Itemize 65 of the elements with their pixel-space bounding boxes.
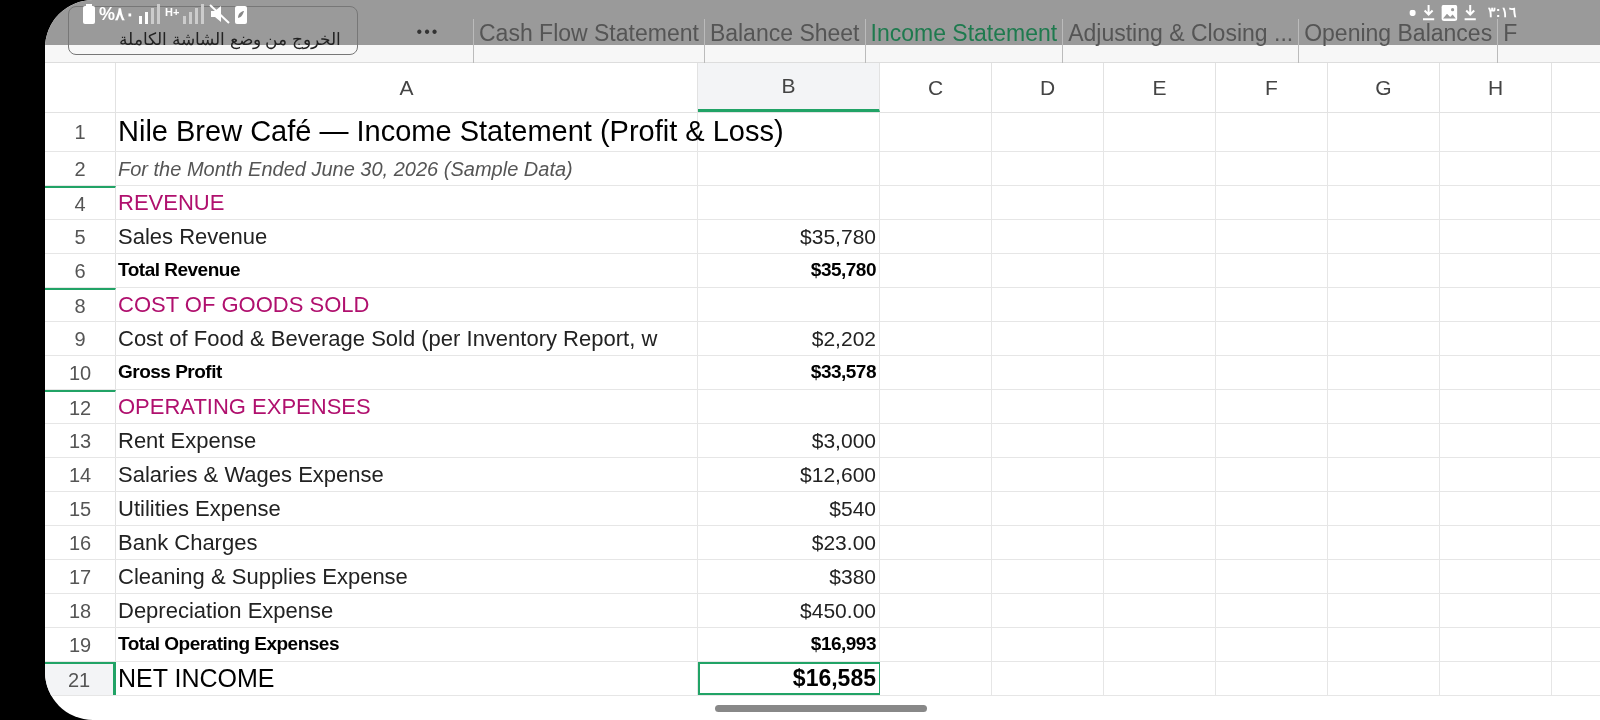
signal-icon (139, 4, 161, 24)
cell-value[interactable]: $35,780 (698, 220, 880, 253)
battery-icon (83, 4, 95, 24)
cell-text: Rent Expense (117, 427, 257, 455)
column-header[interactable]: H (1440, 63, 1552, 112)
more-button[interactable]: ••• (403, 18, 453, 46)
cell-value[interactable]: $33,578 (698, 356, 880, 389)
row-header[interactable]: 21 (45, 662, 116, 695)
cell-value[interactable]: $450.00 (698, 594, 880, 627)
column-header[interactable]: G (1328, 63, 1440, 112)
cell-text: OPERATING EXPENSES (117, 393, 371, 421)
column-header[interactable]: F (1216, 63, 1328, 112)
row-header[interactable]: 18 (45, 594, 116, 627)
battery-saver-icon (235, 4, 248, 24)
row-header[interactable]: 2 (45, 152, 116, 185)
cell-text: NET INCOME (117, 662, 275, 694)
row-header[interactable]: 19 (45, 628, 116, 661)
row-header[interactable]: 10 (45, 356, 116, 389)
cell-value[interactable]: $3,000 (698, 424, 880, 457)
row-header[interactable]: 16 (45, 526, 116, 559)
row-header[interactable]: 6 (45, 254, 116, 287)
cell-text: For the Month Ended June 30, 2026 (Sample Data) (117, 156, 573, 182)
cell-text: Sales Revenue (117, 223, 268, 251)
cell-text: Salaries & Wages Expense (117, 461, 384, 489)
cell-value[interactable]: $16,585 (698, 662, 880, 695)
row-header[interactable]: 4 (45, 186, 116, 219)
cell-value[interactable]: $23.00 (698, 526, 880, 559)
row-header[interactable]: 9 (45, 322, 116, 355)
cell-value[interactable]: $540 (698, 492, 880, 525)
row-header[interactable]: 12 (45, 390, 116, 423)
column-header[interactable]: D (992, 63, 1104, 112)
column-header[interactable]: C (880, 63, 992, 112)
cell-value[interactable]: $16,993 (698, 628, 880, 661)
cell-text: Utilities Expense (117, 495, 281, 523)
cell-text: Total Revenue (117, 258, 240, 283)
cell-text: COST OF GOODS SOLD (117, 291, 370, 319)
cell-value[interactable]: $12,600 (698, 458, 880, 491)
cell-value[interactable]: $380 (698, 560, 880, 593)
row-header[interactable]: 8 (45, 288, 116, 321)
row-header[interactable]: 13 (45, 424, 116, 457)
row-header[interactable]: 1 (45, 113, 116, 151)
cell-text: Nile Brew Café — Income Statement (Profit & Loss) (117, 114, 784, 150)
cell-text: Bank Charges (117, 529, 258, 557)
cell-text: Cleaning & Supplies Expense (117, 563, 408, 591)
cell-text: Total Operating Expenses (117, 632, 339, 657)
cell-text: REVENUE (117, 189, 225, 217)
download-icon (1422, 4, 1435, 21)
download-icon (1463, 4, 1477, 21)
network-type: H+ (165, 5, 180, 20)
mute-icon (209, 4, 232, 24)
row-header[interactable]: 5 (45, 220, 116, 253)
cell-text: Depreciation Expense (117, 597, 334, 625)
row-header[interactable]: 14 (45, 458, 116, 491)
cell-text: Cost of Food & Beverage Sold (per Inventory Report, w (117, 325, 658, 353)
cell-value[interactable]: $35,780 (698, 254, 880, 287)
scrollbar[interactable] (715, 705, 927, 712)
column-header[interactable]: E (1104, 63, 1216, 112)
column-header[interactable]: B (698, 63, 880, 112)
dot-icon (1409, 9, 1416, 16)
signal-icon (183, 4, 206, 24)
cell-value[interactable]: $2,202 (698, 322, 880, 355)
cell-text: Gross Profit (117, 360, 222, 385)
row-header[interactable]: 17 (45, 560, 116, 593)
row-header[interactable]: 15 (45, 492, 116, 525)
battery-percent: %٨٠ (99, 4, 135, 24)
